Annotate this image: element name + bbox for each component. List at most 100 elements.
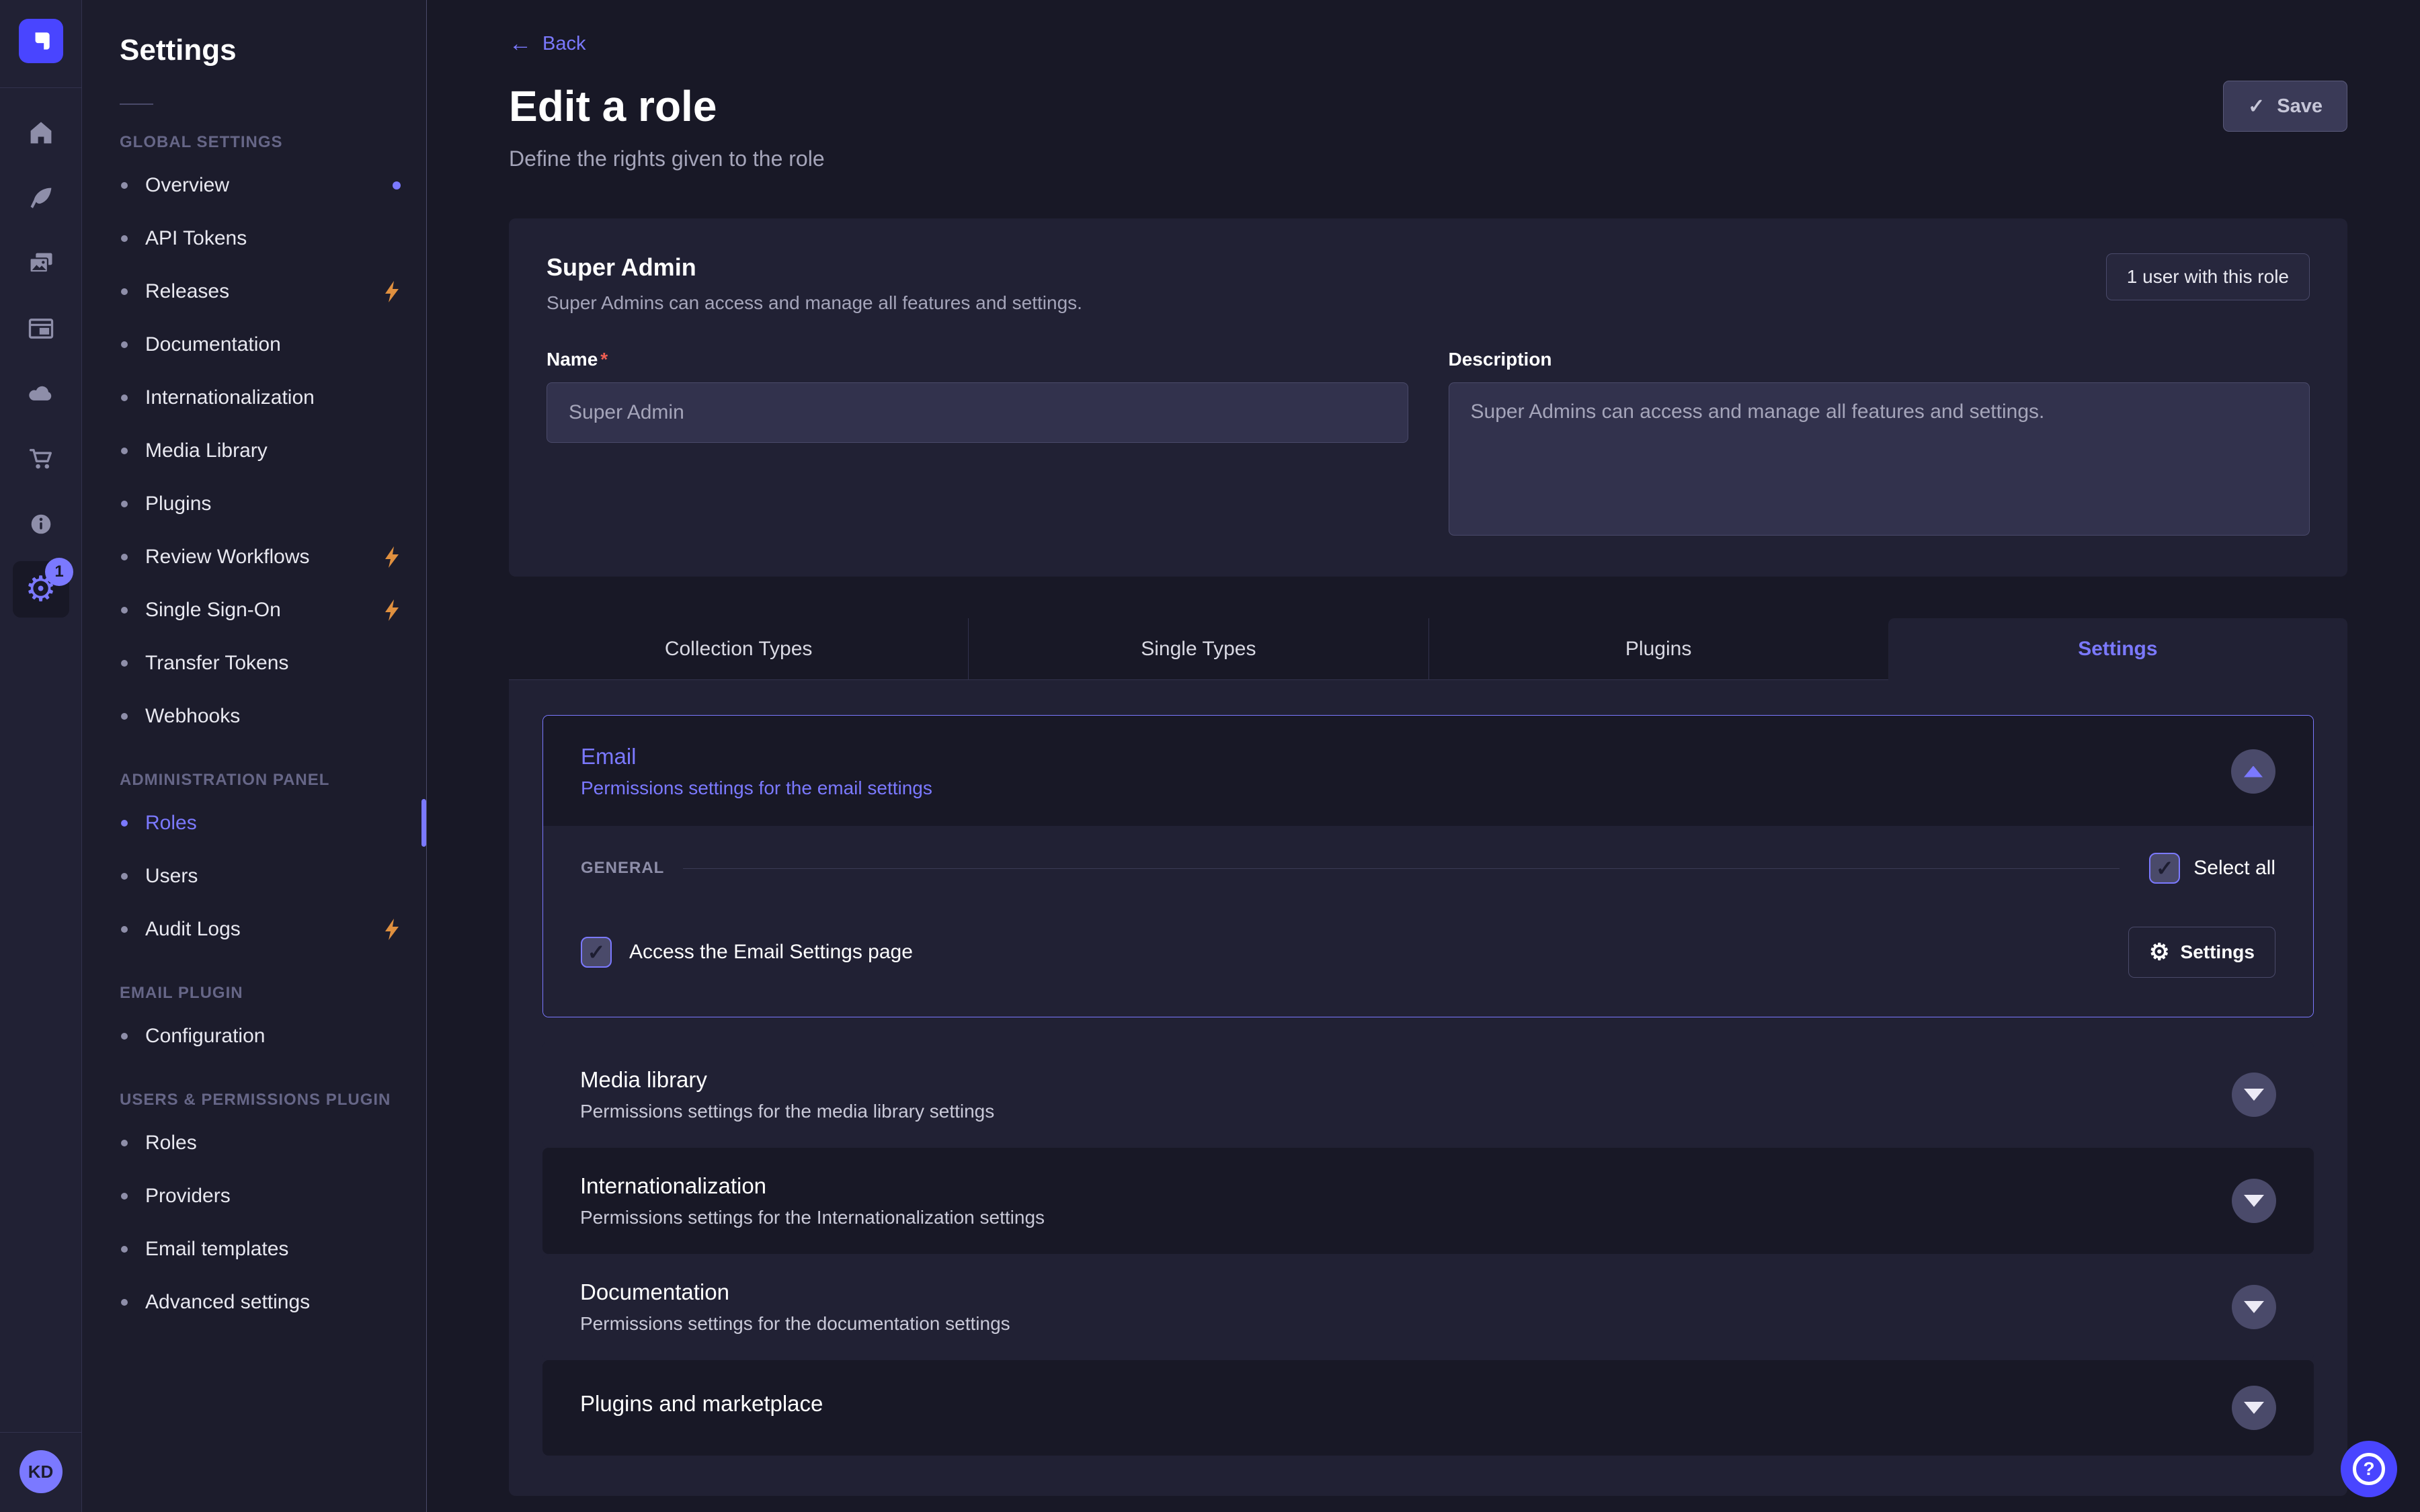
settings-tab-panel: Email Permissions settings for the email…	[509, 680, 2347, 1496]
section-email-plugin: EMAIL PLUGIN	[120, 984, 410, 1003]
section-divider	[683, 868, 2120, 869]
notification-dot-icon	[393, 181, 401, 190]
section-administration-panel: ADMINISTRATION PANEL	[120, 771, 410, 790]
strapi-logo[interactable]	[19, 19, 63, 63]
sidebar-item-email-templates[interactable]: Email templates	[120, 1222, 410, 1275]
sidebar-title: Settings	[120, 34, 410, 67]
expand-button[interactable]	[2232, 1386, 2276, 1430]
sidebar-item-releases[interactable]: Releases	[120, 265, 410, 318]
select-all-control[interactable]: ✓ Select all	[2149, 853, 2275, 884]
role-details-card: Super Admin Super Admins can access and …	[509, 218, 2347, 577]
name-field-label: Name*	[547, 349, 1408, 370]
section-users-permissions-plugin: USERS & PERMISSIONS PLUGIN	[120, 1091, 410, 1109]
bullet-icon	[121, 873, 128, 880]
collapse-button[interactable]	[2231, 749, 2275, 794]
checkmark-icon: ✓	[588, 941, 606, 963]
bullet-icon	[121, 501, 128, 507]
bullet-icon	[121, 820, 128, 827]
page-subtitle: Define the rights given to the role	[509, 146, 2347, 171]
tab-single-types[interactable]: Single Types	[968, 618, 1428, 680]
bullet-icon	[121, 235, 128, 242]
bullet-icon	[121, 1246, 128, 1253]
sidebar-item-users[interactable]: Users	[120, 849, 410, 902]
tab-plugins[interactable]: Plugins	[1428, 618, 1888, 680]
sidebar-item-transfer-tokens[interactable]: Transfer Tokens	[120, 636, 410, 689]
accordion-internationalization[interactable]: Internationalization Permissions setting…	[542, 1148, 2314, 1254]
check-icon: ✓	[2248, 95, 2265, 118]
save-button[interactable]: ✓ Save	[2223, 81, 2347, 132]
select-all-label: Select all	[2193, 857, 2275, 880]
sidebar-item-providers[interactable]: Providers	[120, 1169, 410, 1222]
lightning-icon	[383, 546, 401, 568]
sidebar-item-review-workflows[interactable]: Review Workflows	[120, 530, 410, 583]
bullet-icon	[121, 341, 128, 348]
sidebar-item-configuration[interactable]: Configuration	[120, 1009, 410, 1062]
tab-collection-types[interactable]: Collection Types	[509, 618, 968, 680]
lightning-icon	[383, 599, 401, 621]
accordion-email-subtitle: Permissions settings for the email setti…	[581, 778, 932, 799]
chevron-down-icon	[2244, 1195, 2264, 1207]
sidebar-item-plugins[interactable]: Plugins	[120, 477, 410, 530]
access-email-settings-checkbox[interactable]: ✓	[581, 937, 612, 968]
icon-rail: ⚙ 1 KD	[0, 0, 82, 1512]
deploy-icon[interactable]	[8, 361, 73, 426]
sidebar-item-audit-logs[interactable]: Audit Logs	[120, 902, 410, 956]
back-link[interactable]: ← Back	[509, 32, 586, 55]
main-content: ← Back Edit a role ✓ Save Define the rig…	[427, 0, 2420, 1512]
description-textarea[interactable]: Super Admins can access and manage all f…	[1449, 382, 2310, 536]
chevron-down-icon	[2244, 1089, 2264, 1101]
content-builder-icon[interactable]	[8, 165, 73, 230]
sidebar-item-webhooks[interactable]: Webhooks	[120, 689, 410, 743]
bullet-icon	[121, 1140, 128, 1146]
info-icon[interactable]	[8, 491, 73, 556]
strapi-logo-glyph	[28, 28, 54, 54]
page-title: Edit a role	[509, 81, 717, 131]
back-arrow-icon: ←	[509, 32, 532, 55]
settings-sidebar: Settings GLOBAL SETTINGS Overview API To…	[82, 0, 427, 1512]
chevron-down-icon	[2244, 1301, 2264, 1313]
lightning-icon	[383, 919, 401, 940]
expand-button[interactable]	[2232, 1073, 2276, 1117]
expand-button[interactable]	[2232, 1285, 2276, 1329]
help-button[interactable]: ?	[2341, 1441, 2397, 1497]
tab-settings[interactable]: Settings	[1888, 618, 2347, 680]
sidebar-item-roles[interactable]: Roles	[120, 796, 410, 849]
lightning-icon	[383, 281, 401, 302]
sidebar-item-advanced-settings[interactable]: Advanced settings	[120, 1275, 410, 1329]
sidebar-item-up-roles[interactable]: Roles	[120, 1116, 410, 1169]
user-avatar[interactable]: KD	[19, 1450, 63, 1493]
bullet-icon	[121, 926, 128, 933]
bullet-icon	[121, 607, 128, 614]
name-input[interactable]	[547, 382, 1408, 443]
sidebar-item-overview[interactable]: Overview	[120, 159, 410, 212]
sidebar-item-single-sign-on[interactable]: Single Sign-On	[120, 583, 410, 636]
users-with-role-button[interactable]: 1 user with this role	[2106, 253, 2310, 300]
bullet-icon	[121, 288, 128, 295]
media-library-icon[interactable]	[8, 230, 73, 296]
marketplace-icon[interactable]	[8, 426, 73, 491]
access-email-settings-label: Access the Email Settings page	[629, 941, 913, 964]
content-manager-icon[interactable]	[8, 296, 73, 361]
select-all-checkbox[interactable]: ✓	[2149, 853, 2180, 884]
sidebar-item-documentation[interactable]: Documentation	[120, 318, 410, 371]
bullet-icon	[121, 1299, 128, 1306]
accordion-plugins-marketplace[interactable]: Plugins and marketplace	[542, 1360, 2314, 1456]
accordion-media-library[interactable]: Media library Permissions settings for t…	[542, 1042, 2314, 1148]
email-settings-button[interactable]: ⚙ Settings	[2128, 927, 2275, 978]
home-icon[interactable]	[8, 100, 73, 165]
general-section-heading: GENERAL	[581, 859, 664, 878]
settings-badge: 1	[45, 558, 73, 586]
bullet-icon	[121, 182, 128, 189]
accordion-email-header[interactable]: Email Permissions settings for the email…	[543, 716, 2313, 826]
accordion-email-body: GENERAL ✓ Select all ✓ Access the Email …	[543, 826, 2313, 1017]
expand-button[interactable]	[2232, 1179, 2276, 1223]
accordion-documentation[interactable]: Documentation Permissions settings for t…	[542, 1254, 2314, 1360]
sidebar-item-internationalization[interactable]: Internationalization	[120, 371, 410, 424]
sidebar-item-api-tokens[interactable]: API Tokens	[120, 212, 410, 265]
gear-icon: ⚙	[2149, 941, 2169, 964]
sidebar-item-media-library[interactable]: Media Library	[120, 424, 410, 477]
sidebar-rule	[120, 103, 153, 105]
settings-icon[interactable]: ⚙ 1	[8, 556, 73, 622]
accordion-email-title: Email	[581, 744, 932, 769]
bullet-icon	[121, 1033, 128, 1040]
